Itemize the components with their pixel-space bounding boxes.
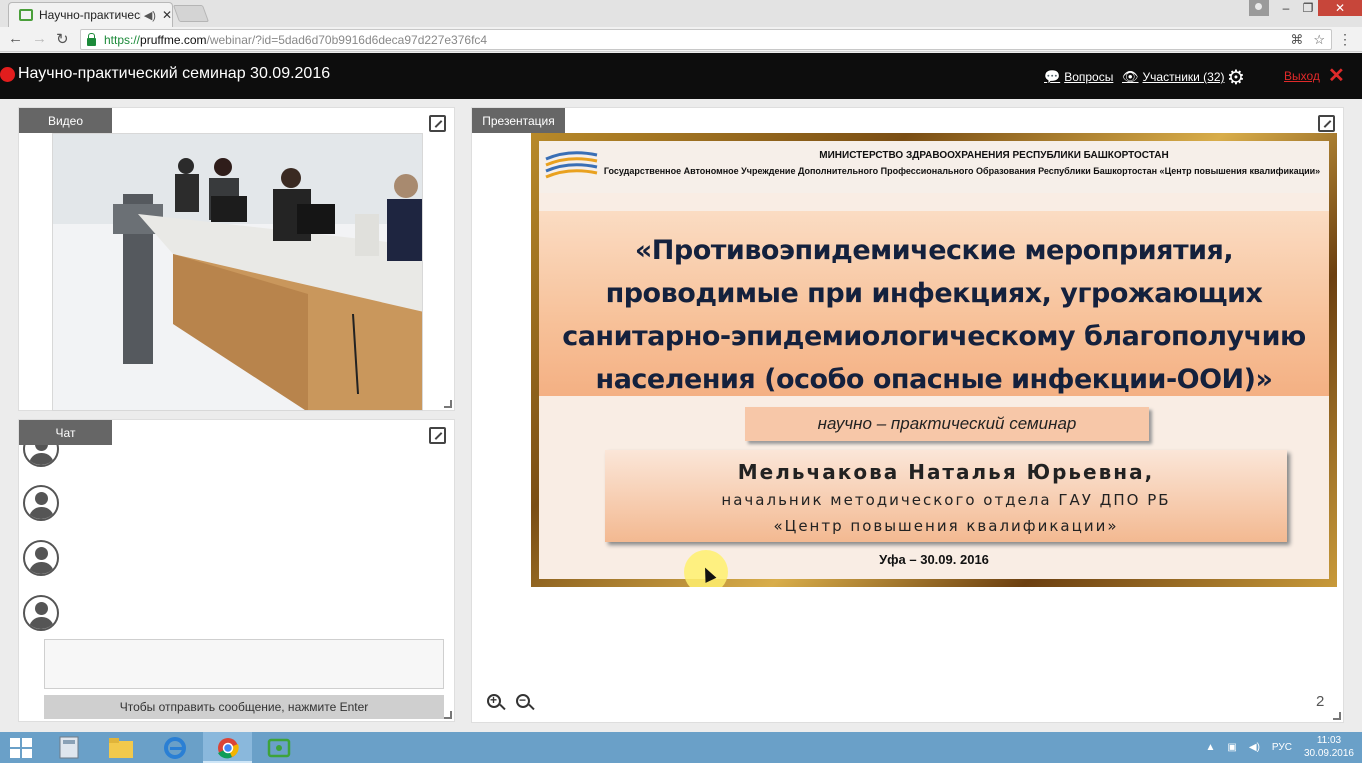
clock-date: 30.09.2016: [1303, 748, 1354, 759]
event-title: Научно-практический семинар 30.09.2016: [18, 65, 331, 82]
calculator-icon[interactable]: [56, 736, 82, 759]
questions-link[interactable]: 💬 Вопросы: [1044, 69, 1113, 85]
slide-title: «Противоэпидемические мероприятия, прово…: [539, 229, 1329, 401]
video-stream[interactable]: [52, 133, 423, 411]
chat-send-hint: Чтобы отправить сообщение, нажмите Enter: [44, 695, 444, 719]
video-panel: Видео: [18, 107, 455, 411]
browser-tab-strip: Научно-практически ◀) ✕ – ❐ ✕: [0, 0, 1362, 27]
internet-explorer-icon[interactable]: [162, 736, 188, 759]
chat-message-input[interactable]: [44, 639, 444, 689]
language-indicator[interactable]: РУС: [1272, 742, 1292, 753]
presentation-resize-handle[interactable]: [1333, 712, 1341, 720]
questions-label: Вопросы: [1064, 70, 1114, 84]
tab-audio-icon[interactable]: ◀): [144, 9, 156, 22]
file-explorer-icon[interactable]: [108, 736, 134, 759]
chat-panel: Чат Чтобы отправить сообщение, нажмите E…: [18, 419, 455, 722]
slide-author-box: Мельчакова Наталья Юрьевна, начальник ме…: [605, 450, 1287, 542]
video-panel-tab[interactable]: Видео: [19, 108, 112, 133]
exit-link[interactable]: Выход: [1284, 69, 1320, 83]
chat-avatar-icon: [23, 445, 59, 467]
tab-close-icon[interactable]: ✕: [162, 8, 172, 22]
chat-avatar-icon: [23, 485, 59, 521]
slide-ministry: МИНИСТЕРСТВО ЗДРАВООХРАНЕНИЯ РЕСПУБЛИКИ …: [819, 150, 1169, 161]
windows-taskbar: ▲ ▣ ◀) РУС 11:03 30.09.2016: [0, 732, 1362, 763]
chat-panel-tab[interactable]: Чат: [19, 420, 112, 445]
url-path: /webinar/?id=5dad6d70b9916d6deca97d227e3…: [206, 32, 488, 47]
chrome-icon: [218, 738, 239, 759]
tray-expand-icon[interactable]: ▲: [1206, 742, 1216, 753]
slide-title-line: «Противоэпидемические мероприятия,: [634, 235, 1234, 266]
chrome-menu-icon[interactable]: ⋮: [1338, 31, 1352, 48]
slide-content: МИНИСТЕРСТВО ЗДРАВООХРАНЕНИЯ РЕСПУБЛИКИ …: [539, 141, 1329, 587]
slide-org-band: МИНИСТЕРСТВО ЗДРАВООХРАНЕНИЯ РЕСПУБЛИКИ …: [539, 141, 1329, 193]
volume-icon[interactable]: ◀): [1249, 742, 1260, 753]
slide-author: Мельчакова Наталья Юрьевна,: [737, 460, 1155, 484]
tab-title: Научно-практически: [38, 8, 141, 22]
expand-presentation-icon[interactable]: [1318, 115, 1335, 132]
video-resize-handle[interactable]: [444, 400, 452, 408]
taskbar-clock[interactable]: 11:03 30.09.2016: [1304, 734, 1354, 760]
windows-start-icon[interactable]: [8, 736, 34, 759]
pruffme-app-icon[interactable]: [266, 736, 292, 759]
profile-icon[interactable]: [1249, 0, 1269, 16]
slide-position: начальник методического отдела ГАУ ДПО Р…: [721, 491, 1171, 509]
zoom-in-icon[interactable]: +: [487, 693, 507, 714]
expand-video-icon[interactable]: [429, 115, 446, 132]
slide-title-line: проводимые при инфекциях, угрожающих: [605, 278, 1263, 309]
chat-message-list[interactable]: [23, 445, 283, 635]
zoom-out-icon[interactable]: −: [516, 693, 536, 714]
presentation-panel-tab[interactable]: Презентация: [472, 108, 565, 133]
participants-link[interactable]: 👁 Участники (32): [1122, 69, 1225, 85]
browser-toolbar: ← → ↻ https:// pruffme.com /webinar/?id=…: [0, 27, 1362, 52]
chat-avatar-icon: [23, 540, 59, 576]
slide-title-line: населения (особо опасные инфекции-ООИ)»: [595, 364, 1273, 395]
chrome-taskbar-button[interactable]: [203, 732, 252, 763]
system-tray: ▲ ▣ ◀) РУС 11:03 30.09.2016: [1206, 734, 1354, 760]
settings-gear-icon[interactable]: ⚙: [1227, 65, 1245, 90]
slide-page-number: 2: [1316, 693, 1325, 710]
video-image: [53, 134, 422, 410]
slide-title-line: санитарно-эпидемиологическому благополуч…: [562, 321, 1306, 352]
slide-footer: Уфа – 30.09. 2016: [879, 552, 989, 567]
slide-title-band: «Противоэпидемические мероприятия, прово…: [539, 211, 1329, 396]
recording-indicator-icon: [0, 67, 15, 82]
speech-bubble-icon: 💬: [1044, 69, 1061, 84]
presentation-panel: Презентация МИНИСТЕРСТВО ЗДРАВООХРАНЕНИЯ…: [471, 107, 1344, 723]
clock-time: 11:03: [1316, 735, 1342, 746]
browser-tab[interactable]: Научно-практически ◀) ✕: [8, 2, 173, 27]
chat-avatar-icon: [23, 595, 59, 631]
forward-icon[interactable]: →: [32, 30, 47, 47]
eye-icon: 👁: [1122, 69, 1139, 84]
back-icon[interactable]: ←: [8, 30, 23, 47]
address-bar[interactable]: https:// pruffme.com /webinar/?id=5dad6d…: [80, 29, 1332, 50]
bookmark-star-icon[interactable]: ☆: [1313, 32, 1325, 48]
presentation-slide[interactable]: МИНИСТЕРСТВО ЗДРАВООХРАНЕНИЯ РЕСПУБЛИКИ …: [531, 133, 1337, 587]
url-host: pruffme.com: [140, 32, 207, 47]
participants-label: Участники (32): [1142, 70, 1225, 84]
window-close-button[interactable]: ✕: [1318, 0, 1362, 16]
slide-position: «Центр повышения квалификации»: [773, 517, 1119, 535]
new-tab-button[interactable]: [172, 5, 210, 22]
webinar-favicon-icon: [19, 9, 33, 21]
lock-icon: [87, 32, 96, 46]
expand-chat-icon[interactable]: [429, 427, 446, 444]
network-icon[interactable]: ▣: [1227, 742, 1236, 753]
reload-icon[interactable]: ↻: [56, 30, 69, 48]
chat-resize-handle[interactable]: [444, 711, 452, 719]
exit-close-icon[interactable]: ✕: [1328, 63, 1345, 88]
url-scheme: https://: [104, 32, 141, 47]
slide-subtitle: научно – практический семинар: [745, 407, 1149, 441]
slide-organization: Государственное Автономное Учреждение До…: [603, 166, 1321, 176]
webinar-header: Научно-практический семинар 30.09.2016 💬…: [0, 53, 1362, 99]
translate-icon[interactable]: ⌘: [1290, 32, 1303, 48]
